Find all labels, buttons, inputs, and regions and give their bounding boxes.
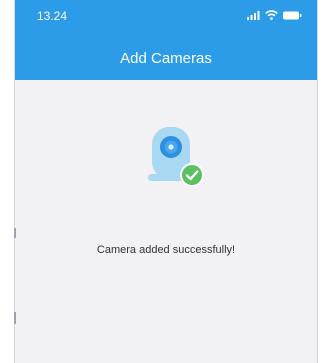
success-message: Camera added successfully! [96,244,236,256]
cellular-signal-icon [247,10,260,20]
app-screen: 13.24 Add Cameras Camera added successfu… [14,0,318,363]
edge-mark [14,228,16,238]
battery-icon [283,11,302,19]
edge-mark [14,312,16,324]
status-time: 13.24 [37,9,68,23]
page-title: Add Cameras [120,50,212,67]
camera-added-success-icon [148,127,204,187]
status-bar: 13.24 [15,0,317,30]
app-header: 13.24 Add Cameras [15,0,317,80]
status-icons [247,10,302,20]
wifi-icon [265,10,278,20]
